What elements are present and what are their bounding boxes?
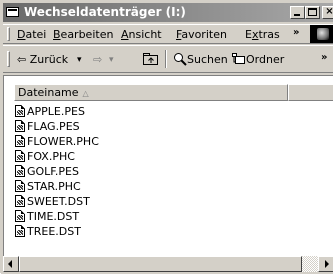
list-item[interactable]: TREE.DST <box>15 224 315 239</box>
search-label: Suchen <box>187 53 228 66</box>
column-header-name[interactable]: Dateiname △ <box>14 84 288 101</box>
file-icon <box>15 120 25 132</box>
forward-dropdown[interactable]: ▾ <box>109 52 114 68</box>
maximize-button[interactable] <box>305 6 320 19</box>
file-icon <box>15 195 25 207</box>
folder-up-button[interactable] <box>143 52 159 66</box>
list-header: Dateiname △ <box>14 84 333 101</box>
menubar-grip[interactable] <box>7 27 10 41</box>
windows-flag-icon <box>317 28 329 40</box>
menu-bar: Datei Bearbeiten Ansicht Favoriten Extra… <box>3 24 333 44</box>
folders-label: Ordner <box>246 53 285 66</box>
toolbar-separator <box>165 50 167 68</box>
folders-button[interactable]: Ordner <box>232 52 284 68</box>
menu-extras[interactable]: Extras <box>245 27 280 42</box>
windows-logo <box>310 25 333 43</box>
back-dropdown[interactable]: ▾ <box>77 52 82 68</box>
horizontal-scrollbar[interactable] <box>3 256 333 272</box>
list-item[interactable]: SWEET.DST <box>15 194 315 209</box>
menu-overflow-chevron[interactable]: » <box>293 27 299 39</box>
list-item[interactable]: FLAG.PES <box>15 119 315 134</box>
toolbar-grip[interactable] <box>7 51 10 67</box>
file-list-view[interactable]: Dateiname △ APPLE.PES FLAG.PES FLOWER.PHC… <box>3 75 333 256</box>
explorer-window: Wechseldatenträger (I:) × Datei Bearbeit… <box>0 0 333 274</box>
maximize-icon <box>308 8 317 16</box>
list-item[interactable]: FLOWER.PHC <box>15 134 315 149</box>
minimize-button[interactable] <box>290 6 305 19</box>
menu-datei[interactable]: Datei <box>17 27 46 42</box>
menu-favoriten[interactable]: Favoriten <box>176 27 227 42</box>
scroll-left-button[interactable] <box>3 256 19 272</box>
list-item[interactable]: FOX.PHC <box>15 149 315 164</box>
arrow-right-icon <box>325 260 329 268</box>
drive-icon <box>6 7 19 17</box>
file-icon <box>15 150 25 162</box>
minimize-icon <box>294 14 300 16</box>
file-icon <box>15 135 25 147</box>
menu-ansicht[interactable]: Ansicht <box>121 27 162 42</box>
close-icon: × <box>325 6 333 17</box>
search-button[interactable]: Suchen <box>173 52 228 68</box>
column-header-empty[interactable] <box>288 84 333 101</box>
back-button[interactable]: ⇦ Zurück <box>17 52 68 68</box>
file-icon <box>15 180 25 192</box>
folders-icon <box>232 53 245 64</box>
file-list: APPLE.PES FLAG.PES FLOWER.PHC FOX.PHC GO… <box>15 104 315 239</box>
file-icon <box>15 165 25 177</box>
toolbar-overflow-chevron[interactable]: » <box>321 52 327 64</box>
sort-ascending-icon: △ <box>82 89 89 98</box>
list-item[interactable]: APPLE.PES <box>15 104 315 119</box>
window-title: Wechseldatenträger (I:) <box>24 5 186 19</box>
arrow-left-icon <box>8 260 12 268</box>
scroll-thumb[interactable] <box>19 256 302 272</box>
scroll-right-button[interactable] <box>318 256 333 272</box>
list-item[interactable]: TIME.DST <box>15 209 315 224</box>
toolbar: ⇦ Zurück ▾ ⇨ ▾ Suchen Ordner » <box>3 45 333 73</box>
close-button[interactable]: × <box>322 6 333 19</box>
list-item[interactable]: GOLF.PES <box>15 164 315 179</box>
file-icon <box>15 225 25 237</box>
list-item[interactable]: STAR.PHC <box>15 179 315 194</box>
menu-bearbeiten[interactable]: Bearbeiten <box>53 27 113 42</box>
forward-button[interactable]: ⇨ <box>93 52 102 68</box>
file-icon <box>15 105 25 117</box>
file-icon <box>15 210 25 222</box>
title-bar[interactable]: Wechseldatenträger (I:) × <box>3 3 333 22</box>
search-icon <box>174 53 187 66</box>
folder-up-icon <box>143 53 158 65</box>
